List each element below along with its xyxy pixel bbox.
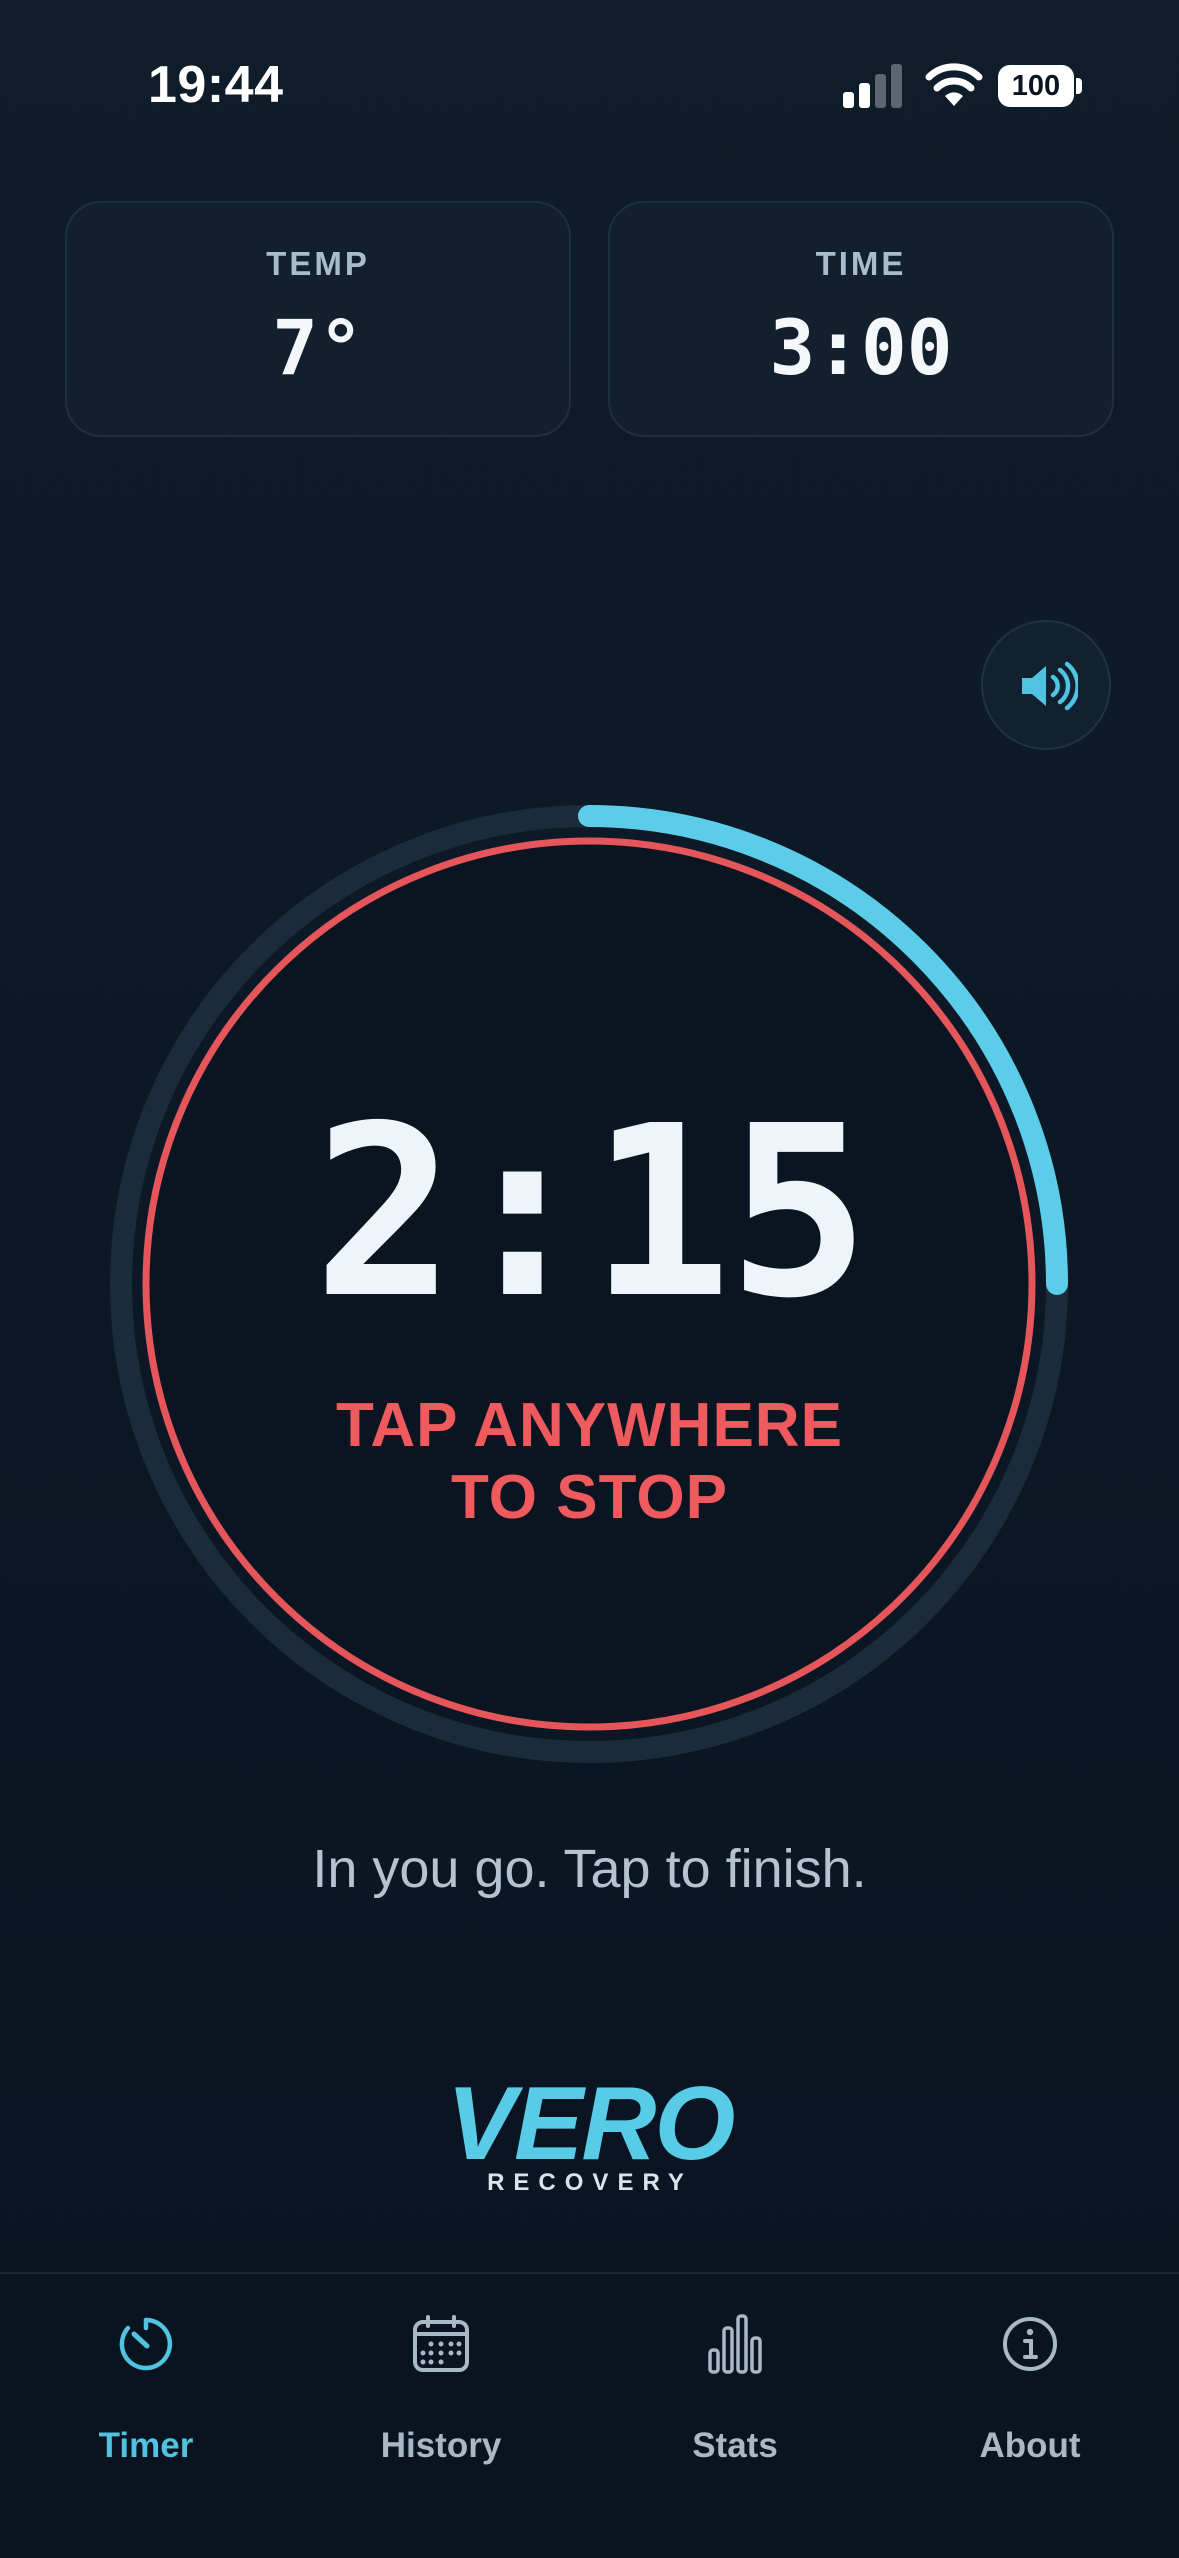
stop-hint: TAP ANYWHERE TO STOP <box>0 1390 1179 1534</box>
tab-stats-label: Stats <box>692 2426 778 2465</box>
tab-timer[interactable]: Timer <box>36 2314 256 2465</box>
tab-about-label: About <box>979 2426 1081 2465</box>
temp-value: 7° <box>272 303 364 392</box>
status-time: 19:44 <box>148 56 284 114</box>
cellular-signal-icon <box>843 64 902 108</box>
battery-indicator: 100 <box>998 65 1084 107</box>
stop-hint-line2: TO STOP <box>451 1463 728 1532</box>
tab-stats[interactable]: Stats <box>625 2314 845 2465</box>
time-label: TIME <box>815 245 907 282</box>
info-icon <box>1003 2317 1057 2371</box>
time-value: 3:00 <box>769 303 953 392</box>
tab-timer-label: Timer <box>98 2426 194 2465</box>
sound-toggle-button[interactable] <box>981 620 1111 750</box>
tab-bar: Timer History Stats About <box>0 2272 1179 2558</box>
timer-icon <box>119 2317 173 2371</box>
wifi-icon <box>925 63 983 106</box>
temp-card[interactable]: TEMP 7° <box>65 201 571 437</box>
tab-history-label: History <box>380 2426 502 2465</box>
logo-subtitle: RECOVERY <box>487 2169 693 2196</box>
time-card[interactable]: TIME 3:00 <box>608 201 1114 437</box>
battery-level: 100 <box>1011 70 1061 102</box>
speaker-icon <box>1022 661 1078 711</box>
timer-readout: 2:15 <box>313 1075 869 1350</box>
vero-recovery-logo: VERO RECOVERY <box>440 2069 740 2196</box>
stop-hint-line1: TAP ANYWHERE <box>336 1391 843 1460</box>
tab-about[interactable]: About <box>920 2314 1140 2465</box>
prompt-text: In you go. Tap to finish. <box>312 1839 867 1899</box>
temp-label: TEMP <box>266 245 370 282</box>
bar-chart-icon <box>708 2314 762 2374</box>
calendar-icon <box>413 2315 469 2372</box>
tab-history[interactable]: History <box>331 2314 551 2465</box>
logo-word: VERO <box>446 2066 736 2182</box>
